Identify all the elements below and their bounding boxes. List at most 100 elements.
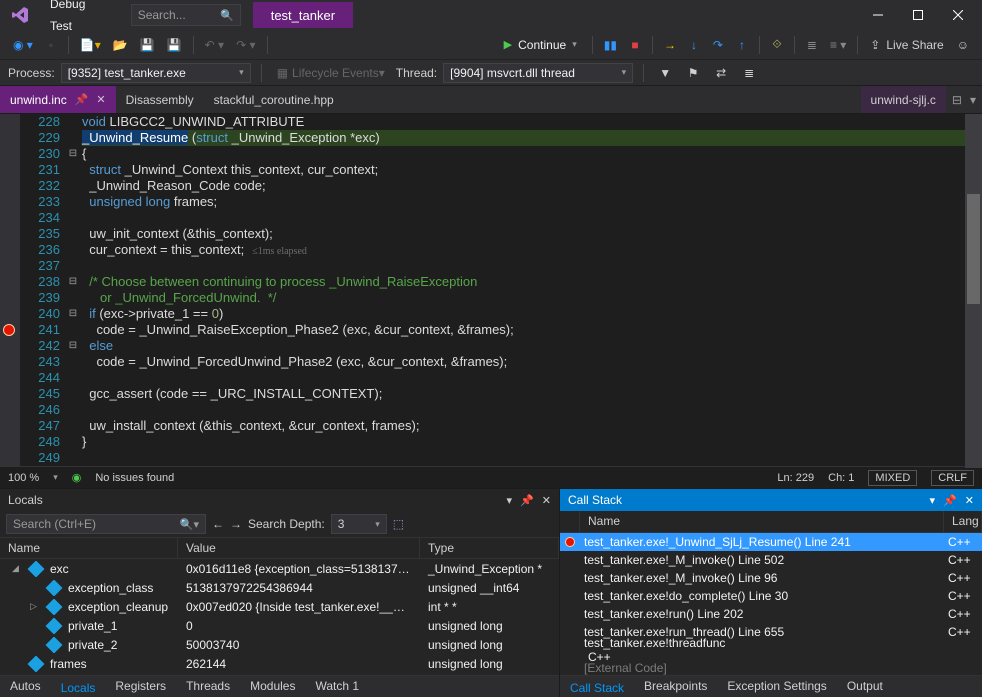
panel-tab-exception-settings[interactable]: Exception Settings: [717, 676, 836, 697]
fold-toggle[interactable]: [66, 418, 80, 434]
threads-toggle-button[interactable]: ⇄: [710, 62, 732, 84]
callstack-row[interactable]: [External Code]: [560, 659, 982, 675]
locals-search-input[interactable]: Search (Ctrl+E) 🔍▾: [6, 514, 206, 534]
continue-button[interactable]: ▶ Continue ▾: [495, 34, 586, 56]
code-line[interactable]: }: [82, 434, 982, 450]
menu-debug[interactable]: Debug: [40, 0, 119, 15]
locals-row[interactable]: ◢exc0x016d11e8 {exception_class=51381379…: [0, 559, 559, 578]
column-type[interactable]: Type: [420, 538, 559, 558]
fold-toggle[interactable]: [66, 178, 80, 194]
intellitrace-button[interactable]: ≣: [801, 34, 823, 56]
fold-toggle[interactable]: [66, 258, 80, 274]
code-line[interactable]: [82, 210, 982, 226]
fold-toggle[interactable]: [66, 210, 80, 226]
navigate-back-button[interactable]: ◉ ▾: [8, 34, 38, 56]
column-icon[interactable]: [560, 511, 580, 532]
breakpoint-marker[interactable]: [3, 324, 15, 336]
close-icon[interactable]: ✕: [96, 93, 105, 106]
code-line[interactable]: or _Unwind_ForcedUnwind. */: [82, 290, 982, 306]
code-line[interactable]: uw_init_context (&this_context);: [82, 226, 982, 242]
navigate-forward-button[interactable]: ◦: [40, 34, 62, 56]
redo-button[interactable]: ↷ ▾: [231, 34, 260, 56]
fold-toggle[interactable]: [66, 434, 80, 450]
code-line[interactable]: [82, 370, 982, 386]
locals-row[interactable]: private_250003740unsigned long: [0, 635, 559, 654]
pin-icon[interactable]: 📌: [75, 93, 89, 106]
fold-toggle[interactable]: [66, 386, 80, 402]
scrollbar-thumb[interactable]: [967, 194, 980, 304]
callstack-row[interactable]: test_tanker.exe!threadfuncC++: [560, 641, 982, 659]
editor-body[interactable]: 2282292302312322332342352362372382392402…: [0, 114, 982, 466]
file-tab[interactable]: unwind.inc📌✕: [0, 86, 116, 113]
code-line[interactable]: _Unwind_Resume (struct _Unwind_Exception…: [82, 130, 982, 146]
thread-combo[interactable]: [9904] msvcrt.dll thread: [443, 63, 633, 83]
file-tab[interactable]: Disassembly: [116, 86, 204, 113]
fold-toggle[interactable]: [66, 290, 80, 306]
lifecycle-events-button[interactable]: ▦ Lifecycle Events ▾: [272, 62, 390, 84]
fold-toggle[interactable]: [66, 450, 80, 466]
column-lang[interactable]: Lang: [944, 511, 982, 532]
feedback-button[interactable]: ☺: [952, 34, 974, 56]
new-project-button[interactable]: 📄▾: [75, 34, 106, 56]
code-line[interactable]: [82, 402, 982, 418]
panel-tab-autos[interactable]: Autos: [0, 676, 51, 697]
code-line[interactable]: [82, 450, 982, 466]
code-line[interactable]: else: [82, 338, 982, 354]
code-line[interactable]: _Unwind_Reason_Code code;: [82, 178, 982, 194]
code-line[interactable]: void LIBGCC2_UNWIND_ATTRIBUTE: [82, 114, 982, 130]
dropdown-icon[interactable]: ▾: [507, 494, 513, 507]
locals-row[interactable]: frames262144unsigned long: [0, 654, 559, 673]
callstack-row[interactable]: test_tanker.exe!_M_invoke() Line 96C++: [560, 569, 982, 587]
line-ending-indicator[interactable]: CRLF: [931, 470, 974, 486]
mixed-indent-indicator[interactable]: MIXED: [868, 470, 917, 486]
stop-debug-button[interactable]: ■: [624, 34, 646, 56]
breakpoint-gutter[interactable]: [0, 114, 20, 466]
column-value[interactable]: Value: [178, 538, 420, 558]
fold-toggle[interactable]: ⊟: [66, 274, 80, 290]
fold-toggle[interactable]: [66, 402, 80, 418]
search-prev-button[interactable]: ←: [212, 517, 224, 531]
fold-toggle[interactable]: ⊟: [66, 338, 80, 354]
code-line[interactable]: code = _Unwind_RaiseException_Phase2 (ex…: [82, 322, 982, 338]
step-over-button[interactable]: ↷: [707, 34, 729, 56]
minimize-button[interactable]: [858, 0, 898, 30]
issues-label[interactable]: No issues found: [95, 472, 174, 484]
diag-tools-button[interactable]: ≡ ▾: [825, 34, 851, 56]
pin-icon[interactable]: ⊟: [952, 93, 962, 107]
fold-toggle[interactable]: [66, 162, 80, 178]
fold-toggle[interactable]: [66, 114, 80, 130]
code-line[interactable]: /* Choose between continuing to process …: [82, 274, 982, 290]
fold-toggle[interactable]: ⊟: [66, 146, 80, 162]
panel-tab-call-stack[interactable]: Call Stack: [560, 676, 634, 697]
fold-toggle[interactable]: [66, 130, 80, 146]
fold-toggle[interactable]: [66, 194, 80, 210]
locals-row[interactable]: ▷exception_cleanup0x007ed020 {Inside tes…: [0, 597, 559, 616]
hot-reload-button[interactable]: ⟐: [766, 34, 788, 56]
panel-tab-threads[interactable]: Threads: [176, 676, 240, 697]
fold-toggle[interactable]: [66, 354, 80, 370]
char-indicator[interactable]: Ch: 1: [828, 472, 854, 484]
chevron-down-icon[interactable]: ▾: [53, 472, 58, 483]
vertical-scrollbar[interactable]: [965, 114, 982, 466]
expander-icon[interactable]: ▷: [30, 601, 40, 612]
dropdown-icon[interactable]: ▾: [930, 494, 936, 507]
code-line[interactable]: gcc_assert (code == _URC_INSTALL_CONTEXT…: [82, 386, 982, 402]
search-depth-combo[interactable]: 3: [331, 514, 387, 534]
step-out-button[interactable]: ↑: [731, 34, 753, 56]
show-next-statement-button[interactable]: →: [659, 34, 681, 56]
folding-gutter[interactable]: ⊟⊟⊟⊟: [66, 114, 80, 466]
code-line[interactable]: if (exc->private_1 == 0): [82, 306, 982, 322]
dropdown-icon[interactable]: ▾: [970, 93, 976, 107]
code-line[interactable]: struct _Unwind_Context this_context, cur…: [82, 162, 982, 178]
locals-row[interactable]: private_10unsigned long: [0, 616, 559, 635]
close-icon[interactable]: ✕: [542, 494, 551, 507]
locals-row[interactable]: exception_class5138137972254386944unsign…: [0, 578, 559, 597]
close-button[interactable]: [938, 0, 978, 30]
flag-button[interactable]: ⚑: [682, 62, 704, 84]
code-line[interactable]: uw_install_context (&this_context, &cur_…: [82, 418, 982, 434]
preview-tab[interactable]: unwind-sjlj.c: [861, 86, 946, 113]
panel-tab-watch-1[interactable]: Watch 1: [305, 676, 369, 697]
code-area[interactable]: void LIBGCC2_UNWIND_ATTRIBUTE_Unwind_Res…: [80, 114, 982, 466]
open-button[interactable]: 📂: [108, 34, 133, 56]
panel-tab-modules[interactable]: Modules: [240, 676, 305, 697]
